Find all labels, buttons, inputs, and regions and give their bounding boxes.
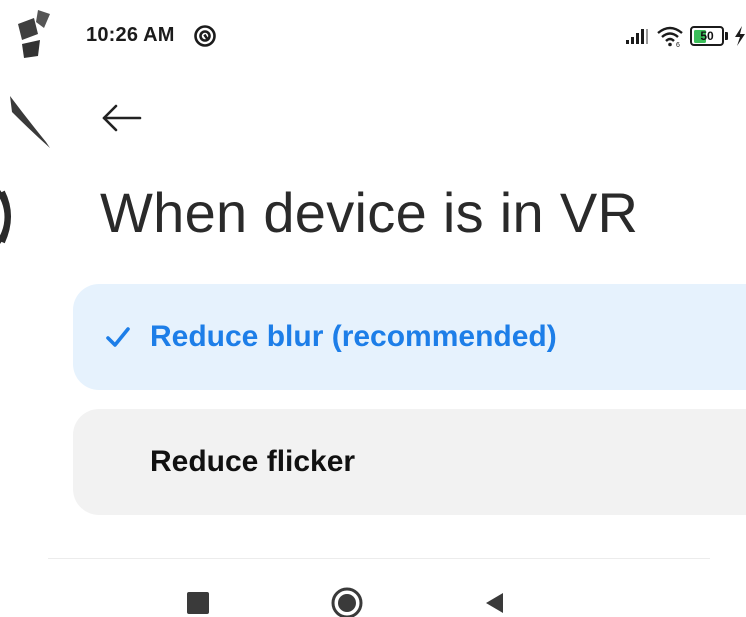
wifi-icon: 6	[657, 26, 683, 47]
option-label: Reduce flicker	[150, 445, 356, 478]
arrow-left-icon	[102, 104, 142, 132]
recents-square-icon[interactable]	[187, 592, 209, 614]
charging-bolt-icon	[735, 26, 745, 46]
battery: 50	[690, 26, 728, 46]
signal-icon	[626, 29, 648, 44]
status-time: 10:26 AM	[86, 24, 175, 46]
option-reduce-blur[interactable]: Reduce blur (recommended)	[73, 284, 746, 390]
page-title: When device is in VR	[100, 181, 639, 244]
home-circle-icon[interactable]	[330, 586, 364, 617]
battery-level: 50	[700, 29, 714, 43]
back-button[interactable]	[100, 96, 152, 140]
option-label: Reduce blur (recommended)	[150, 320, 557, 353]
divider	[48, 558, 710, 559]
status-bar: 10:26 AM 6 50	[0, 0, 746, 72]
status-icons: 6 50	[624, 22, 746, 50]
screen: 10:26 AM 6 50 When device is in VR Reduc…	[0, 0, 746, 617]
checkmark-icon	[106, 327, 130, 347]
svg-text:6: 6	[676, 42, 680, 47]
hotspot-icon	[194, 25, 216, 47]
option-reduce-flicker[interactable]: Reduce flicker	[73, 409, 746, 515]
battery-cap	[725, 32, 728, 40]
back-triangle-icon[interactable]	[482, 590, 508, 616]
battery-icon: 50	[690, 26, 724, 46]
